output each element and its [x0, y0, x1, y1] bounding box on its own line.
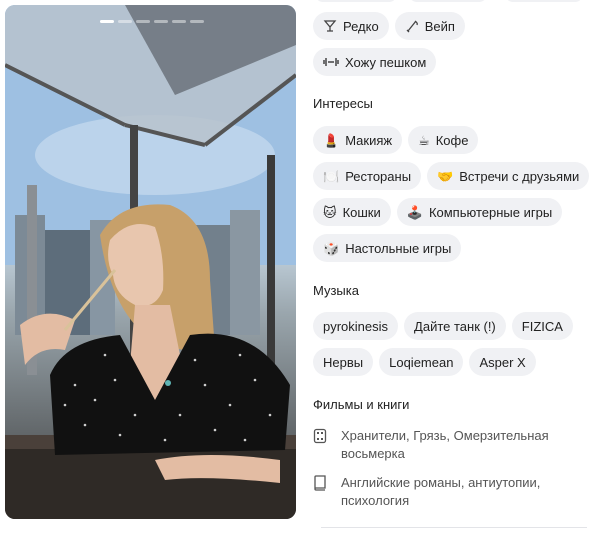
fork-knife-plate-icon: 🍽️ [323, 168, 340, 184]
carousel-indicators [100, 20, 204, 23]
chip-partial [505, 0, 583, 2]
vape-pen-icon [405, 19, 419, 33]
carousel-dot[interactable] [100, 20, 114, 23]
chip-interest-boardgames[interactable]: 🎲 Настольные игры [313, 234, 462, 262]
carousel-dot[interactable] [154, 20, 168, 23]
coffee-icon: ☕ [418, 132, 430, 148]
game-die-icon: 🎲 [323, 240, 340, 256]
chip-interest-coffee[interactable]: ☕ Кофе [408, 126, 479, 154]
lifestyle-row: Редко Вейп [313, 12, 465, 40]
profile-photo[interactable] [5, 5, 296, 519]
chip-music[interactable]: Нервы [313, 348, 374, 376]
chip-smoking[interactable]: Вейп [394, 12, 465, 40]
film-icon [313, 427, 329, 463]
carousel-dot[interactable] [118, 20, 132, 23]
chip-music[interactable]: FIZICA [511, 312, 573, 340]
chip-label: Встречи с друзьями [459, 168, 580, 184]
chip-label: Рестораны [345, 168, 412, 184]
chip-partial [409, 0, 487, 2]
book-icon [313, 474, 329, 510]
chip-music[interactable]: Asper X [469, 348, 536, 376]
music-row: pyrokinesis Дайте танк (!) FIZICA [313, 312, 573, 340]
lifestyle-row: Хожу пешком [313, 48, 437, 76]
chip-label: Хожу пешком [345, 54, 427, 70]
books-text: Английские романы, антиутопии, психологи… [341, 475, 541, 508]
music-row: Нервы Loqiemean Asper X [313, 348, 536, 376]
interests-row: 🎲 Настольные игры [313, 234, 462, 262]
chip-sport[interactable]: Хожу пешком [313, 48, 437, 76]
chip-interest-friends[interactable]: 🤝 Встречи с друзьями [427, 162, 590, 190]
dumbbell-icon [323, 55, 339, 69]
interests-row: 💄 Макияж ☕ Кофе [313, 126, 479, 154]
carousel-dot[interactable] [172, 20, 186, 23]
chip-interest-games[interactable]: 🕹️ Компьютерные игры [396, 198, 563, 226]
cat-icon: 🐱 [323, 204, 337, 220]
chip-music[interactable]: Дайте танк (!) [404, 312, 506, 340]
handshake-icon: 🤝 [437, 168, 454, 184]
chip-label: Кошки [342, 204, 381, 220]
photo-illustration [5, 5, 296, 519]
section-title-films-books: Фильмы и книги [313, 397, 410, 412]
chip-interest-restaurants[interactable]: 🍽️ Рестораны [313, 162, 422, 190]
chip-interest-makeup[interactable]: 💄 Макияж [313, 126, 403, 154]
chip-music[interactable]: pyrokinesis [313, 312, 399, 340]
interests-row: 🍽️ Рестораны 🤝 Встречи с друзьями [313, 162, 590, 190]
chip-label: Вейп [424, 18, 455, 34]
interests-row: 🐱 Кошки 🕹️ Компьютерные игры [313, 198, 563, 226]
carousel-dot[interactable] [190, 20, 204, 23]
chip-label: Редко [343, 18, 379, 34]
chip-label: Кофе [435, 132, 469, 148]
divider [321, 527, 587, 528]
films-text: Хранители, Грязь, Омерзительная восьмерк… [341, 428, 549, 461]
chip-partial [315, 0, 397, 2]
chip-label: Макияж [345, 132, 393, 148]
chip-label: Компьютерные игры [428, 204, 553, 220]
joystick-icon: 🕹️ [406, 204, 423, 220]
cocktail-glass-icon [323, 19, 337, 33]
chip-music[interactable]: Loqiemean [379, 348, 464, 376]
chip-label: Настольные игры [345, 240, 452, 256]
chip-interest-cats[interactable]: 🐱 Кошки [313, 198, 391, 226]
chip-alcohol[interactable]: Редко [313, 12, 389, 40]
section-title-music: Музыка [313, 283, 359, 298]
books-row: Английские романы, антиутопии, психологи… [313, 474, 591, 510]
lipstick-icon: 💄 [323, 132, 340, 148]
carousel-dot[interactable] [136, 20, 150, 23]
films-row: Хранители, Грязь, Омерзительная восьмерк… [313, 427, 591, 463]
section-title-interests: Интересы [313, 96, 373, 111]
